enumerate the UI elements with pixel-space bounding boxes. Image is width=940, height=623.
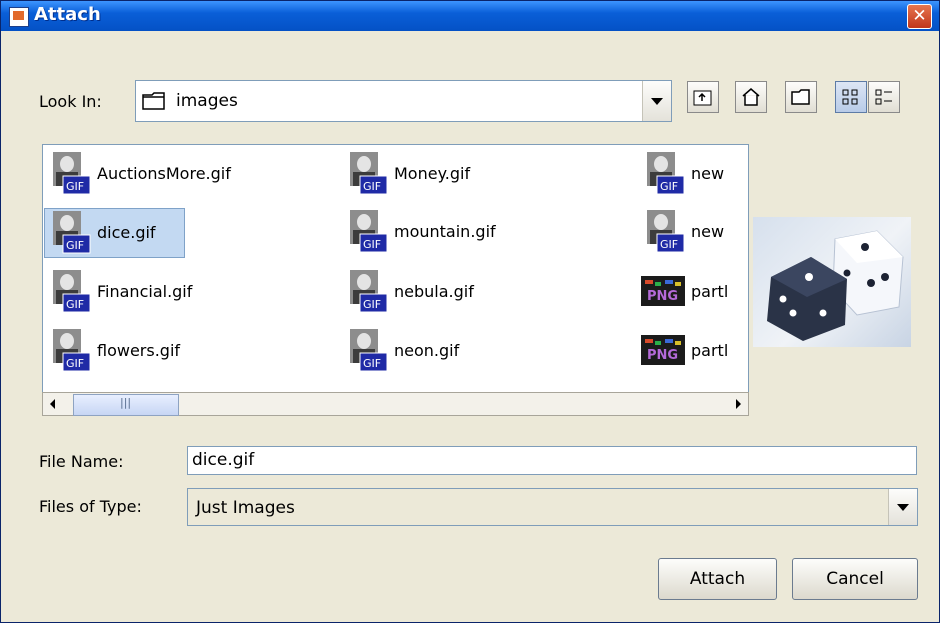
chevron-down-icon[interactable] <box>888 489 917 525</box>
file-name: mountain.gif <box>394 222 496 241</box>
list-view-icon <box>842 89 858 105</box>
list-view-button[interactable] <box>835 81 867 113</box>
files-of-type-label: Files of Type: <box>39 497 142 516</box>
arrow-right-icon <box>736 399 741 409</box>
window-title: Attach <box>34 4 101 25</box>
file-name: dice.gif <box>97 223 156 242</box>
scroll-left-button[interactable] <box>43 393 63 415</box>
gif-file-icon: GIF <box>53 152 91 195</box>
svg-text:GIF: GIF <box>363 180 381 193</box>
svg-text:GIF: GIF <box>66 298 84 311</box>
chevron-down-icon[interactable] <box>642 81 671 121</box>
gif-file-icon: GIF <box>350 152 388 195</box>
file-name: Money.gif <box>394 164 471 183</box>
list-item[interactable]: GIF Financial.gif <box>45 268 315 316</box>
files-of-type-value: Just Images <box>196 498 295 518</box>
scroll-right-button[interactable] <box>728 393 748 415</box>
svg-text:PNG: PNG <box>647 289 678 304</box>
png-file-icon: PNG <box>641 276 685 306</box>
svg-text:GIF: GIF <box>66 239 84 252</box>
horizontal-scrollbar[interactable] <box>42 392 749 416</box>
new-folder-button[interactable] <box>785 81 817 113</box>
list-item[interactable]: PNG partl <box>639 268 748 316</box>
gif-file-icon: GIF <box>53 329 91 372</box>
arrow-left-icon <box>50 399 55 409</box>
look-in-label: Look In: <box>39 92 102 111</box>
dice-preview-image <box>767 230 904 341</box>
svg-text:GIF: GIF <box>363 298 381 311</box>
file-name: new <box>691 164 725 183</box>
gif-file-icon: GIF <box>350 270 388 313</box>
file-name: partl <box>691 341 729 360</box>
gif-file-icon: GIF <box>53 211 91 254</box>
home-icon <box>742 88 760 106</box>
look-in-value: images <box>176 91 238 111</box>
file-name: nebula.gif <box>394 282 474 301</box>
file-name: partl <box>691 282 729 301</box>
gif-file-icon: GIF <box>350 329 388 372</box>
gif-file-icon: GIF <box>647 210 685 253</box>
details-view-icon <box>875 89 892 105</box>
up-folder-icon <box>693 90 712 106</box>
close-button[interactable]: ✕ <box>907 4 932 29</box>
cancel-button[interactable]: Cancel <box>792 558 918 600</box>
gif-file-icon: GIF <box>647 152 685 195</box>
list-item[interactable]: GIF new <box>639 208 748 256</box>
file-list[interactable]: GIF AuctionsMore.gif GIF dice.gif GIF Fi… <box>42 144 749 393</box>
list-item[interactable]: PNG partl <box>639 327 748 375</box>
dialog-content: Look In: images GIF AuctionsMore.gif GIF… <box>5 32 935 618</box>
list-item[interactable]: GIF nebula.gif <box>342 268 612 316</box>
close-icon: ✕ <box>912 6 927 26</box>
folder-icon <box>142 92 165 110</box>
look-in-combo[interactable]: images <box>135 80 672 122</box>
file-name: new <box>691 222 725 241</box>
list-item[interactable]: GIF mountain.gif <box>342 208 612 256</box>
new-folder-icon <box>791 89 810 105</box>
details-view-button[interactable] <box>868 81 900 113</box>
file-name: neon.gif <box>394 341 460 360</box>
file-name-label: File Name: <box>39 452 124 471</box>
file-name: AuctionsMore.gif <box>97 164 231 183</box>
list-item[interactable]: GIF flowers.gif <box>45 327 315 375</box>
list-item-selected[interactable]: GIF dice.gif <box>44 208 185 258</box>
home-button[interactable] <box>735 81 767 113</box>
list-item[interactable]: GIF new <box>639 150 748 198</box>
png-file-icon: PNG <box>641 335 685 365</box>
svg-text:GIF: GIF <box>660 238 678 251</box>
svg-text:PNG: PNG <box>647 348 678 363</box>
svg-text:GIF: GIF <box>363 357 381 370</box>
list-item[interactable]: GIF Money.gif <box>342 150 612 198</box>
java-app-icon <box>9 7 29 27</box>
file-name-input[interactable] <box>188 447 916 472</box>
file-name-field[interactable] <box>187 446 917 475</box>
file-name: flowers.gif <box>97 341 181 360</box>
attach-button[interactable]: Attach <box>658 558 777 600</box>
attach-dialog: Attach ✕ Look In: images GIF AuctionsMor… <box>0 0 940 623</box>
scrollbar-thumb[interactable] <box>73 394 179 416</box>
title-bar[interactable]: Attach ✕ <box>1 1 939 31</box>
gif-file-icon: GIF <box>350 210 388 253</box>
list-item[interactable]: GIF AuctionsMore.gif <box>45 150 315 198</box>
svg-text:GIF: GIF <box>363 238 381 251</box>
svg-text:GIF: GIF <box>66 357 84 370</box>
up-folder-button[interactable] <box>687 81 719 113</box>
file-name: Financial.gif <box>97 282 193 301</box>
list-item[interactable]: GIF neon.gif <box>342 327 612 375</box>
gif-file-icon: GIF <box>53 270 91 313</box>
files-of-type-combo[interactable]: Just Images <box>187 488 918 526</box>
image-preview <box>753 217 911 347</box>
svg-text:GIF: GIF <box>66 180 84 193</box>
svg-text:GIF: GIF <box>660 180 678 193</box>
